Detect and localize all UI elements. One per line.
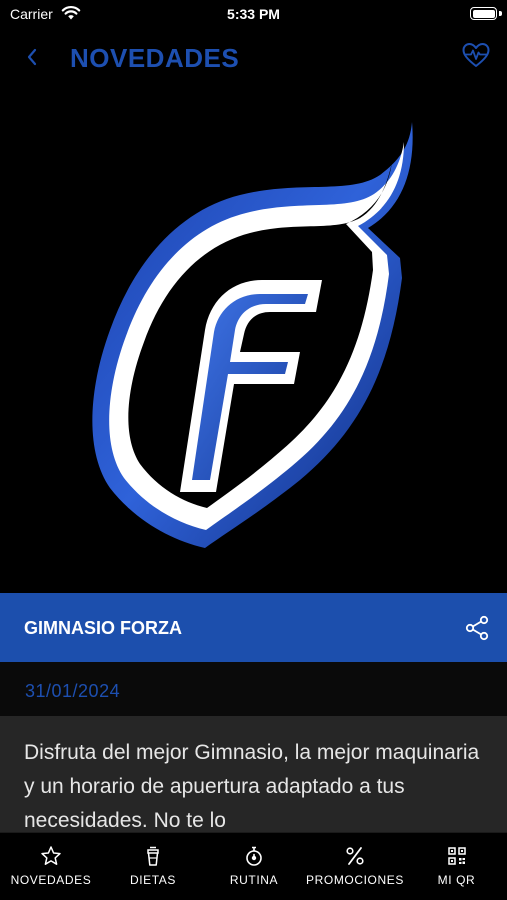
chevron-left-icon <box>27 48 37 66</box>
news-image <box>0 100 507 592</box>
page-title: NOVEDADES <box>70 43 240 73</box>
news-title: GIMNASIO FORZA <box>24 618 182 638</box>
news-body-text: Disfruta del mejor Gimnasio, la mejor ma… <box>24 741 480 832</box>
tab-promociones[interactable]: PROMOCIONES <box>304 833 406 900</box>
nav-bar: NOVEDADES <box>0 30 507 86</box>
tab-rutina[interactable]: RUTINA <box>204 833 304 900</box>
tab-label: DIETAS <box>129 873 177 887</box>
percent-icon <box>346 847 364 865</box>
tab-label: RUTINA <box>229 873 279 887</box>
status-bar: Carrier 5:33 PM <box>0 0 507 30</box>
tab-bar: NOVEDADES DIETAS RUTINA PROMOCIONES MI Q… <box>0 832 507 900</box>
forza-logo <box>92 122 413 548</box>
battery-cap <box>499 11 502 16</box>
qr-code-icon <box>447 847 466 865</box>
news-body-box: Disfruta del mejor Gimnasio, la mejor ma… <box>0 716 507 832</box>
back-button[interactable] <box>18 42 46 72</box>
clock: 5:33 PM <box>227 6 280 22</box>
stopwatch-icon <box>246 846 262 866</box>
cup-icon <box>147 846 159 866</box>
date-row: 31/01/2024 <box>0 662 507 716</box>
tab-label: PROMOCIONES <box>306 873 404 887</box>
news-title-band: GIMNASIO FORZA <box>0 593 507 662</box>
tab-dietas[interactable]: DIETAS <box>102 833 204 900</box>
tab-mi-qr[interactable]: MI QR <box>406 833 507 900</box>
battery-icon <box>470 7 497 20</box>
share-icon[interactable] <box>463 614 491 642</box>
tab-label: MI QR <box>437 873 476 887</box>
star-icon <box>41 846 61 865</box>
tab-novedades[interactable]: NOVEDADES <box>0 833 102 900</box>
tab-label: NOVEDADES <box>10 873 92 887</box>
heart-pulse-icon[interactable] <box>461 40 491 70</box>
news-date: 31/01/2024 <box>25 681 121 701</box>
